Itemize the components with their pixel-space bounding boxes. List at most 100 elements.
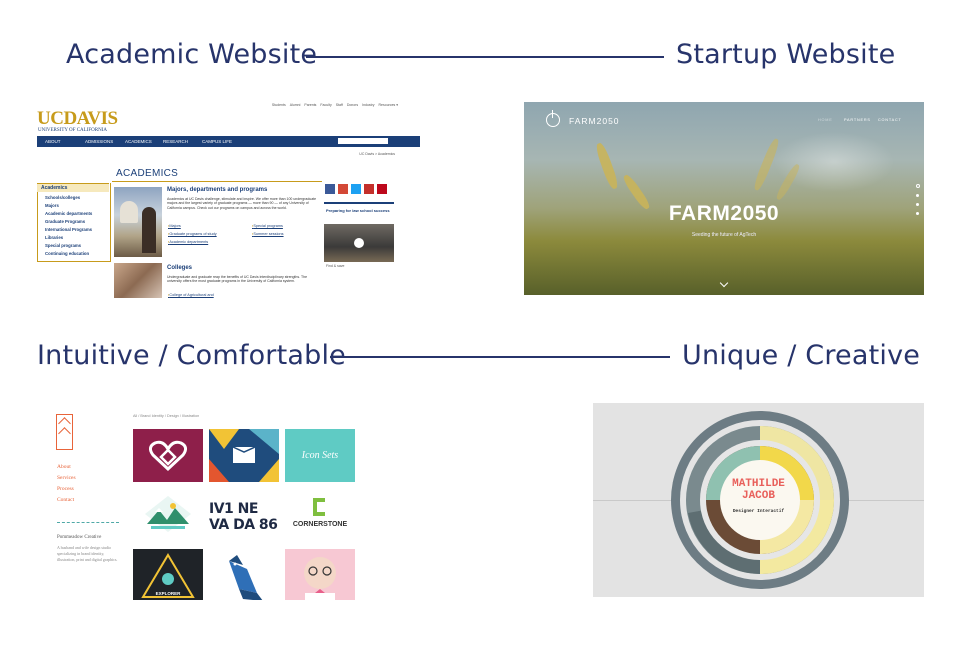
ucd-nav-item[interactable]: ACADEMICS (125, 139, 152, 144)
stained-glass-illustration (209, 429, 279, 482)
pom-divider (57, 522, 119, 523)
farm2050-screenshot: FARM2050 HOME PARTNERS CONTACT FARM2050 … (524, 102, 924, 295)
pommeadow-screenshot: About Services Process Contact Pommeadow… (54, 410, 356, 600)
wheat-stalk-illustration (752, 137, 781, 192)
googleplus-icon[interactable] (338, 184, 348, 194)
heading-intuitive-comfortable: Intuitive / Comfortable (37, 340, 346, 371)
ucd-sidebar-item[interactable]: Continuing education (45, 251, 89, 256)
ucd-toplink[interactable]: Faculty (320, 103, 331, 107)
mountain-badge-illustration (145, 496, 191, 532)
tile-label: CORNERSTONE (292, 521, 348, 528)
ucd-toplink[interactable]: Industry (362, 103, 374, 107)
ucd-colleges-body: Undergraduate and graduate reap the bene… (167, 275, 308, 284)
mathilde-jacob-screenshot: MATHILDE JACOB Designer Interactif (593, 403, 924, 597)
ucd-link[interactable]: Academic departments (168, 240, 208, 244)
slide-dot[interactable] (916, 203, 919, 206)
ucd-sidebar-item[interactable]: Majors (45, 203, 59, 208)
ucd-nav-item[interactable]: RESEARCH (163, 139, 188, 144)
farm-nav-contact[interactable]: CONTACT (878, 118, 902, 122)
portfolio-tile-old-man[interactable] (285, 549, 355, 600)
pom-menu-item[interactable]: Process (57, 486, 74, 492)
ucdavis-screenshot: Students Alumni Parents Faculty Staff Do… (37, 98, 420, 298)
ucd-link[interactable]: College of Agricultural and (168, 293, 213, 297)
portfolio-tile-heart[interactable] (133, 429, 203, 482)
pom-menu-item[interactable]: About (57, 464, 71, 470)
farm-logo[interactable]: FARM2050 (569, 116, 620, 126)
ucd-majors-body: Academics at UC Davis challenge, stimula… (167, 197, 317, 210)
ucd-sidebar-item[interactable]: Academic departments (45, 211, 92, 216)
portfolio-tile-icon-sets[interactable]: Icon Sets (285, 429, 355, 482)
wheat-stalk-illustration (594, 141, 620, 191)
ucd-nav-item[interactable]: ADMISSIONS (85, 139, 113, 144)
heart-knot-icon (148, 440, 188, 472)
portfolio-tile-mountains[interactable] (133, 490, 203, 543)
heading-academic-website: Academic Website (66, 39, 318, 70)
ucd-logo[interactable]: UCDAVIS (37, 109, 118, 128)
tile-label: Icon Sets (301, 450, 339, 461)
ucd-sidebar-heading[interactable]: Academics (37, 183, 109, 192)
ucd-link[interactable]: Summer sessions (252, 232, 283, 236)
ucd-link[interactable]: Graduate programs of study (168, 232, 216, 236)
portfolio-tile-bluejay[interactable] (209, 549, 279, 600)
ucd-top-links: Students Alumni Parents Faculty Staff Do… (269, 103, 398, 107)
slide-dot-active[interactable] (916, 184, 920, 188)
wheat-stalk-illustration (774, 162, 802, 202)
ucd-toplink[interactable]: Students (272, 103, 286, 107)
pom-about-heading: Pommeadow Creative (57, 535, 102, 540)
portfolio-tile-stained-glass[interactable] (209, 429, 279, 482)
portfolio-tile-explorer[interactable]: EXPLORER (133, 549, 203, 600)
slide-dot[interactable] (916, 194, 919, 197)
play-icon[interactable] (354, 238, 364, 248)
farm-nav-partners[interactable]: PARTNERS (844, 118, 871, 122)
pom-menu-item[interactable]: Services (57, 475, 76, 481)
ucd-sidebar-item[interactable]: Schools/colleges (45, 195, 80, 200)
ucd-page-title: ACADEMICS (116, 168, 179, 179)
ucd-sidebar-item[interactable]: Graduate Programs (45, 219, 85, 224)
tile-label: EXPLORER (155, 591, 181, 596)
ucd-resources-dropdown[interactable]: Resources ▾ (379, 103, 398, 107)
slide-dot[interactable] (916, 212, 919, 215)
ucd-link[interactable]: Special programs (252, 224, 283, 228)
ucd-students-photo (114, 263, 162, 298)
facebook-icon[interactable] (325, 184, 335, 194)
ucd-majors-heading: Majors, departments and programs (167, 187, 268, 193)
twitter-icon[interactable] (351, 184, 361, 194)
ucd-toplink[interactable]: Parents (304, 103, 316, 107)
ucd-nav-item[interactable]: ABOUT (45, 139, 61, 144)
ucd-video-thumbnail[interactable] (324, 224, 394, 262)
mj-name-line1: MATHILDE (732, 478, 785, 490)
farm-nav-home[interactable]: HOME (818, 118, 833, 122)
ucd-title-divider (112, 181, 322, 182)
ucd-logo-subtitle: UNIVERSITY OF CALIFORNIA (38, 128, 107, 133)
connector-line-top (306, 56, 664, 58)
bluejay-illustration (229, 555, 263, 600)
tile-label: IV1 NE VA DA 86 (209, 500, 278, 533)
ucd-promo-bar (324, 202, 394, 204)
pom-menu-item[interactable]: Contact (57, 497, 74, 503)
ucd-toplink[interactable]: Staff (336, 103, 343, 107)
connector-line-bottom (330, 356, 670, 358)
ucd-sidebar-item[interactable]: International Programs (45, 227, 92, 232)
ucd-sidebar-item[interactable]: Special programs (45, 243, 81, 248)
youtube-icon[interactable] (364, 184, 374, 194)
portfolio-tile-cornerstone[interactable]: CORNERSTONE (285, 490, 355, 543)
ucd-nav-item[interactable]: CAMPUS LIFE (202, 139, 232, 144)
mj-name-line2: JACOB (741, 490, 775, 502)
power-icon[interactable] (546, 110, 560, 127)
ucd-breadcrumb: UC Davis > Academics (359, 152, 395, 156)
ucd-toplink[interactable]: Donors (347, 103, 358, 107)
pom-filter-bar[interactable]: All / Brand Identity / Design / Illustra… (133, 414, 199, 418)
ucd-main-nav: ABOUT ADMISSIONS ACADEMICS RESEARCH CAMP… (37, 136, 420, 147)
ucd-toplink[interactable]: Alumni (290, 103, 301, 107)
heading-startup-website: Startup Website (676, 39, 896, 70)
pinterest-icon[interactable] (377, 184, 387, 194)
ucd-promo-text[interactable]: Preparing for law school success (326, 208, 392, 213)
ucd-colleges-heading: Colleges (167, 265, 193, 271)
ucd-search-input[interactable] (338, 138, 388, 144)
pom-about-text: A husband and wife design studio special… (57, 545, 118, 562)
ucd-link[interactable]: Majors (168, 224, 180, 228)
chevron-down-icon[interactable] (719, 278, 729, 288)
portfolio-tile-nevada[interactable]: IV1 NE VA DA 86 (209, 490, 279, 543)
ucd-sidebar-item[interactable]: Libraries (45, 235, 63, 240)
pommeadow-logo[interactable] (56, 414, 73, 450)
